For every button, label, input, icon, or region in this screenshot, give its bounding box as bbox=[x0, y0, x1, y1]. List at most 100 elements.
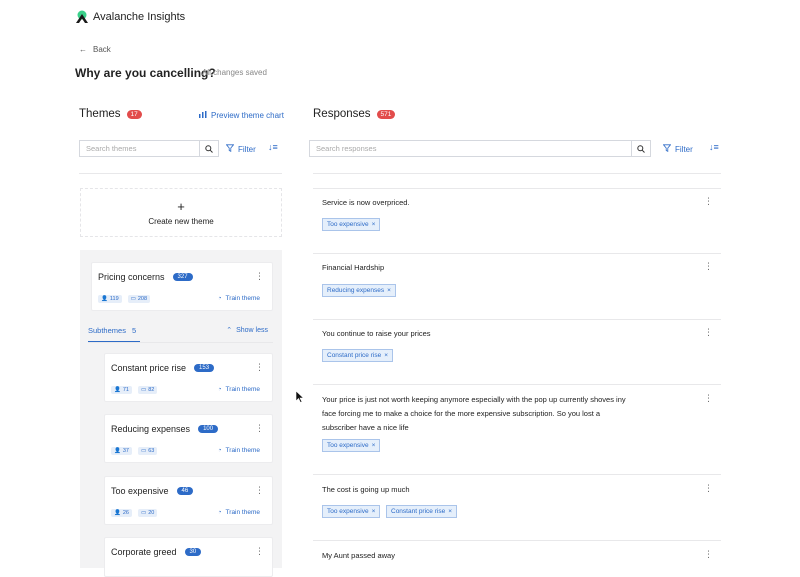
close-icon[interactable]: × bbox=[387, 287, 391, 294]
response-divider bbox=[313, 474, 721, 475]
close-icon[interactable]: × bbox=[384, 352, 388, 359]
more-options-icon[interactable]: ⋮ bbox=[704, 393, 713, 404]
subthemes-tab[interactable]: Subthemes 5 bbox=[88, 326, 136, 335]
more-options-icon[interactable]: ⋮ bbox=[704, 483, 713, 494]
plus-icon: + bbox=[177, 198, 185, 214]
responses-search-input[interactable]: Search responses bbox=[309, 140, 632, 157]
more-options-icon[interactable]: ⋮ bbox=[704, 261, 713, 272]
bar-chart-icon bbox=[199, 111, 207, 120]
subtheme-card[interactable]: Too expensive 46 ⋮ 👤 26 ▭ 20 ◔ Train theme bbox=[104, 476, 273, 525]
themes-filter-button[interactable]: Filter bbox=[225, 144, 256, 154]
responses-search-placeholder: Search responses bbox=[316, 144, 377, 153]
search-icon bbox=[637, 144, 645, 153]
chevron-up-icon: ⌃ bbox=[226, 327, 233, 334]
arrow-left-icon: ← bbox=[79, 45, 87, 54]
users-stat: 👤 119 bbox=[98, 295, 122, 303]
responses-divider bbox=[313, 173, 721, 174]
train-icon: ◔ bbox=[217, 509, 222, 516]
filter-icon bbox=[662, 144, 672, 154]
save-status: All changes saved bbox=[202, 68, 267, 77]
subtheme-card[interactable]: Constant price rise 153 ⋮ 👤 71 ▭ 82 ◔ Trai… bbox=[104, 353, 273, 402]
close-icon[interactable]: × bbox=[372, 221, 376, 228]
preview-theme-chart-label: Preview theme chart bbox=[211, 111, 284, 120]
create-new-theme-button[interactable]: + Create new theme bbox=[80, 188, 282, 237]
subtheme-card[interactable]: Corporate greed 30 ⋮ bbox=[104, 537, 273, 577]
response-text: My Aunt passed away bbox=[322, 551, 395, 560]
train-icon: ◔ bbox=[217, 386, 222, 393]
subtheme-name: Corporate greed bbox=[111, 547, 177, 557]
train-theme-button[interactable]: ◔ Train theme bbox=[218, 386, 260, 393]
comments-stat: ▭ 63 bbox=[137, 447, 158, 455]
themes-search-input[interactable]: Search themes bbox=[79, 140, 200, 157]
responses-filter-button[interactable]: Filter bbox=[662, 144, 693, 154]
theme-count-badge: 327 bbox=[172, 273, 193, 281]
search-icon bbox=[205, 144, 213, 153]
more-options-icon[interactable]: ⋮ bbox=[704, 196, 713, 207]
comments-stat: ▭ 82 bbox=[137, 386, 158, 394]
response-divider bbox=[313, 384, 721, 385]
response-text: The cost is going up much bbox=[322, 485, 410, 494]
themes-search-placeholder: Search themes bbox=[86, 144, 137, 153]
more-options-icon[interactable]: ⋮ bbox=[255, 423, 264, 434]
subthemes-count: 5 bbox=[131, 326, 137, 335]
train-icon: ◔ bbox=[217, 295, 222, 302]
app-title: Avalanche Insights bbox=[93, 11, 186, 23]
responses-count-badge: 571 bbox=[376, 109, 396, 119]
subtheme-count-badge: 30 bbox=[184, 548, 202, 556]
back-link[interactable]: ← Back bbox=[79, 45, 111, 54]
person-icon: 👤 bbox=[101, 296, 108, 302]
theme-name: Pricing concerns bbox=[98, 272, 165, 282]
themes-filter-label: Filter bbox=[238, 144, 256, 154]
show-less-button[interactable]: ⌃ Show less bbox=[226, 326, 268, 335]
mouse-cursor-icon bbox=[296, 391, 304, 403]
themes-search-button[interactable] bbox=[200, 140, 219, 157]
create-new-theme-label: Create new theme bbox=[148, 216, 214, 226]
response-divider bbox=[313, 319, 721, 320]
theme-card-pricing-concerns[interactable]: Pricing concerns 327 ⋮ 👤 119 ▭ 208 ◔ Train… bbox=[91, 262, 273, 311]
back-label: Back bbox=[93, 45, 111, 54]
page-title: Why are you cancelling? bbox=[75, 66, 216, 80]
more-options-icon[interactable]: ⋮ bbox=[704, 327, 713, 338]
train-theme-button[interactable]: ◔ Train theme bbox=[218, 509, 260, 516]
subtheme-card[interactable]: Reducing expenses 100 ⋮ 👤 37 ▭ 63 ◔ Train … bbox=[104, 414, 273, 463]
responses-sort-icon[interactable]: ↓≡ bbox=[709, 142, 719, 152]
train-theme-button[interactable]: ◔ Train theme bbox=[218, 447, 260, 454]
more-options-icon[interactable]: ⋮ bbox=[255, 546, 264, 557]
response-tag[interactable]: Constant price rise × bbox=[386, 505, 457, 518]
response-tag[interactable]: Too expensive × bbox=[322, 505, 381, 518]
more-options-icon[interactable]: ⋮ bbox=[255, 485, 264, 496]
filter-icon bbox=[225, 144, 235, 154]
response-divider bbox=[313, 540, 721, 541]
themes-sort-icon[interactable]: ↓≡ bbox=[268, 142, 278, 152]
close-icon[interactable]: × bbox=[372, 508, 376, 515]
subthemes-tab-row: Subthemes 5 ⌃ Show less bbox=[88, 323, 273, 343]
response-tag[interactable]: Too expensive × bbox=[322, 439, 381, 452]
person-icon: 👤 bbox=[114, 387, 121, 393]
close-icon[interactable]: × bbox=[448, 508, 452, 515]
response-text: Financial Hardship bbox=[322, 263, 385, 272]
preview-theme-chart-button[interactable]: Preview theme chart bbox=[199, 111, 284, 120]
themes-heading: Themes bbox=[79, 108, 121, 120]
more-options-icon[interactable]: ⋮ bbox=[255, 362, 264, 373]
subtheme-name: Too expensive bbox=[111, 486, 169, 496]
response-tag[interactable]: Reducing expenses × bbox=[322, 284, 396, 297]
more-options-icon[interactable]: ⋮ bbox=[255, 271, 264, 282]
responses-filter-label: Filter bbox=[675, 144, 693, 154]
users-stat: 👤 37 bbox=[111, 447, 132, 455]
person-icon: 👤 bbox=[114, 448, 121, 454]
more-options-icon[interactable]: ⋮ bbox=[704, 549, 713, 560]
train-theme-button[interactable]: ◔ Train theme bbox=[218, 295, 260, 302]
response-tag[interactable]: Too expensive × bbox=[322, 218, 381, 231]
close-icon[interactable]: × bbox=[372, 442, 376, 449]
train-icon: ◔ bbox=[217, 447, 222, 454]
responses-header: Responses 571 bbox=[313, 108, 396, 120]
responses-search-button[interactable] bbox=[632, 140, 651, 157]
comments-stat: ▭ 20 bbox=[137, 509, 158, 517]
response-tag[interactable]: Constant price rise × bbox=[322, 349, 393, 362]
subtheme-count-badge: 153 bbox=[194, 364, 215, 372]
themes-header: Themes 17 bbox=[79, 108, 142, 120]
subtheme-name: Reducing expenses bbox=[111, 424, 191, 434]
subthemes-divider bbox=[88, 342, 273, 343]
users-stat: 👤 71 bbox=[111, 386, 132, 394]
response-text: You continue to raise your prices bbox=[322, 329, 431, 338]
